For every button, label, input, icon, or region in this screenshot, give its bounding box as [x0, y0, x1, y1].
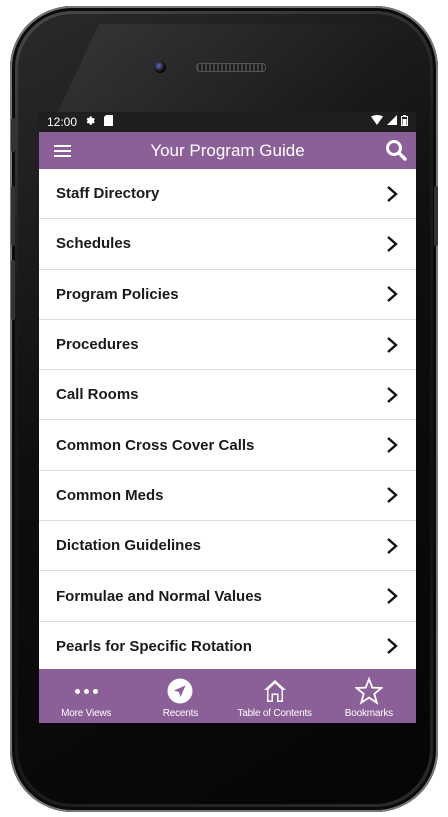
battery-icon: [401, 115, 408, 129]
nav-label: Bookmarks: [344, 708, 393, 719]
chevron-right-icon: [387, 386, 398, 403]
menu-item-common-cross-cover-calls[interactable]: Common Cross Cover Calls: [39, 420, 416, 471]
menu-item-staff-directory[interactable]: Staff Directory: [39, 169, 416, 220]
menu-item-label: Common Cross Cover Calls: [56, 436, 255, 454]
menu-item-dictation-guidelines[interactable]: Dictation Guidelines: [39, 521, 416, 572]
status-bar: 12:00: [39, 112, 416, 132]
side-button-volume-up: [11, 186, 15, 246]
menu-item-pearls-for-specific-rotation[interactable]: Pearls for Specific Rotation: [39, 622, 416, 672]
menu-item-schedules[interactable]: Schedules: [39, 219, 416, 270]
nav-label: More Views: [61, 708, 112, 719]
side-button-power: [434, 186, 438, 246]
app-screen: 12:00 Your Program Guide Staff Directory…: [39, 112, 416, 723]
menu-list: Staff Directory Schedules Program Polici…: [39, 169, 416, 672]
signal-icon: [387, 115, 397, 129]
nav-label: Table of Contents: [237, 708, 312, 719]
navigation-arrow-icon: [167, 677, 193, 705]
menu-item-label: Common Meds: [56, 486, 164, 504]
proximity-sensor: [227, 36, 233, 42]
star-icon: [354, 677, 383, 705]
chevron-right-icon: [387, 286, 398, 303]
home-icon: [262, 677, 288, 705]
search-icon[interactable]: [384, 138, 408, 162]
menu-item-label: Procedures: [56, 336, 139, 354]
app-bar: Your Program Guide: [39, 132, 416, 169]
menu-item-label: Pearls for Specific Rotation: [56, 637, 252, 655]
chevron-right-icon: [387, 236, 398, 252]
chevron-right-icon: [387, 487, 398, 504]
menu-item-label: Dictation Guidelines: [56, 537, 202, 555]
menu-item-label: Call Rooms: [56, 386, 139, 404]
menu-item-program-policies[interactable]: Program Policies: [39, 270, 416, 320]
bottom-nav: More Views Recents Table of Contents Boo…: [39, 669, 416, 723]
menu-item-label: Schedules: [56, 235, 132, 253]
menu-item-label: Staff Directory: [56, 185, 160, 203]
chevron-right-icon: [387, 537, 398, 554]
nav-recents[interactable]: Recents: [133, 669, 227, 723]
menu-item-common-meds[interactable]: Common Meds: [39, 471, 416, 522]
wifi-icon: [371, 115, 383, 129]
more-dots-icon: [74, 677, 98, 705]
hamburger-icon[interactable]: [42, 132, 82, 169]
nav-bookmarks[interactable]: Bookmarks: [322, 669, 416, 723]
side-button-mute: [11, 118, 15, 152]
earpiece-speaker: [196, 63, 266, 72]
menu-item-procedures[interactable]: Procedures: [39, 320, 416, 371]
gear-icon: [85, 115, 96, 129]
status-icons: [371, 115, 408, 129]
side-button-volume-down: [11, 260, 15, 320]
nav-table-of-contents[interactable]: Table of Contents: [228, 669, 322, 723]
front-camera: [154, 61, 166, 73]
chevron-right-icon: [387, 638, 398, 655]
menu-item-formulae-and-normal-values[interactable]: Formulae and Normal Values: [39, 571, 416, 622]
nav-more-views[interactable]: More Views: [39, 669, 133, 723]
menu-item-label: Program Policies: [56, 285, 179, 303]
app-title: Your Program Guide: [150, 140, 305, 160]
chevron-right-icon: [387, 336, 398, 353]
sd-card-icon: [104, 115, 114, 129]
chevron-right-icon: [387, 437, 398, 454]
menu-item-call-rooms[interactable]: Call Rooms: [39, 370, 416, 421]
chevron-right-icon: [387, 185, 398, 202]
nav-label: Recents: [162, 708, 199, 719]
menu-item-label: Formulae and Normal Values: [56, 587, 262, 605]
chevron-right-icon: [387, 588, 398, 604]
status-time: 12:00: [47, 115, 78, 129]
